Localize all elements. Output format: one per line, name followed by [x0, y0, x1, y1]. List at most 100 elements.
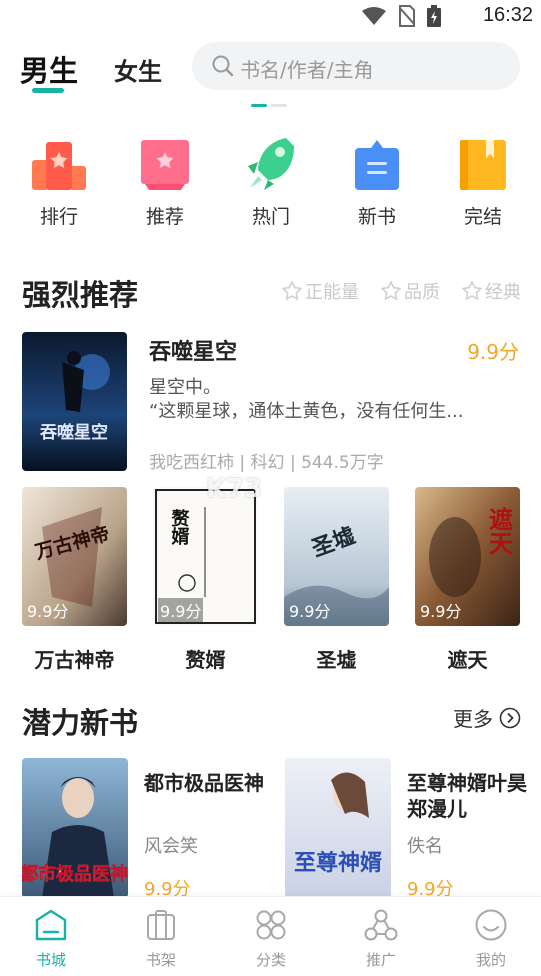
ranking-icon [32, 142, 86, 190]
book-card[interactable]: 圣墟 9.9分 圣墟 [284, 487, 389, 673]
nav-profile[interactable]: 我的 [451, 907, 531, 970]
category-hot[interactable]: 热门 [231, 134, 311, 229]
tab-female[interactable]: 女生 [114, 52, 162, 87]
featured-book-title[interactable]: 吞噬星空 [149, 334, 237, 366]
bookshelf-icon [147, 910, 175, 940]
book-title: 遮天 [447, 648, 488, 672]
tag-classic[interactable]: 经典 [462, 278, 521, 304]
more-label: 更多 [453, 707, 493, 731]
status-time: 16:32 [482, 4, 533, 26]
search-input[interactable]: 书名/作者/主角 [192, 42, 520, 90]
bookstore-icon [35, 909, 67, 941]
category-icon [256, 910, 286, 940]
wifi-icon [362, 7, 386, 25]
featured-book-score: 9.9分 [467, 340, 519, 364]
new-book-author: 风会笑 [144, 836, 198, 857]
new-book-cover[interactable]: 都市极品医神 [22, 758, 128, 898]
svg-text:至尊神婿: 至尊神婿 [294, 850, 382, 876]
star-icon [282, 281, 302, 301]
bottom-navigation: 书城 书架 分类 推广 我的 [0, 896, 541, 976]
nav-label: 分类 [255, 951, 286, 969]
category-label: 热门 [251, 206, 290, 228]
book-title: 圣墟 [316, 648, 357, 672]
tag-label: 品质 [404, 282, 440, 303]
new-books-section-title: 潜力新书 [22, 706, 139, 740]
book-cover-art: 都市极品医神 [22, 758, 128, 898]
nav-bookshelf[interactable]: 书架 [121, 907, 201, 970]
pager-dot [271, 104, 287, 107]
nav-label: 书城 [35, 951, 66, 969]
book-score: 9.9分 [158, 598, 204, 622]
recommend-section-title: 强烈推荐 [22, 278, 139, 312]
book-score: 9.9分 [27, 602, 69, 621]
star-icon [381, 281, 401, 301]
book-cover-art: 至尊神婿 [285, 758, 391, 898]
new-book-icon [355, 140, 399, 190]
battery-icon [427, 5, 441, 27]
status-bar: 16:32 [0, 0, 541, 34]
nav-promote[interactable]: 推广 [341, 907, 421, 970]
svg-text:吞噬星空: 吞噬星空 [40, 422, 108, 443]
svg-text:赘婿: 赘婿 [169, 508, 191, 546]
more-button[interactable]: 更多 [453, 703, 521, 732]
book-card[interactable]: 万古神帝 9.9分 万古神帝 [22, 487, 127, 673]
nav-label: 推广 [365, 951, 396, 969]
featured-book-cover[interactable]: 吞噬星空 [22, 332, 127, 471]
book-cover-art: 吞噬星空 [22, 332, 127, 471]
active-tab-indicator [32, 88, 64, 93]
category-grid: 排行 推荐 热门 新书 完结 [0, 134, 541, 234]
svg-text:都市极品医神: 都市极品医神 [22, 863, 128, 885]
category-recommend[interactable]: 推荐 [125, 134, 205, 229]
category-completed[interactable]: 完结 [443, 134, 523, 229]
no-sim-icon [399, 5, 415, 27]
book-card[interactable]: 赘婿 9.9分 赘婿 [153, 487, 258, 673]
book-card[interactable]: 遮天 9.9分 遮天 [415, 487, 520, 673]
share-icon [364, 909, 398, 941]
search-icon [212, 55, 234, 77]
category-label: 排行 [39, 206, 78, 228]
recommend-book-row: 万古神帝 9.9分 万古神帝 赘婿 9.9分 赘婿 圣墟 9.9分 圣墟 遮天 … [0, 487, 541, 672]
book-cover: 圣墟 9.9分 [284, 487, 389, 626]
new-book-title[interactable]: 至尊神婿叶昊郑漫儿 [407, 770, 531, 822]
watermark-logo: K73 [206, 474, 263, 504]
tag-label: 正能量 [305, 282, 359, 303]
book-title: 赘婿 [185, 648, 226, 672]
star-icon [462, 281, 482, 301]
status-icons [361, 5, 441, 27]
tab-male[interactable]: 男生 [20, 48, 78, 90]
pager-dot-active [251, 104, 267, 107]
category-label: 新书 [357, 206, 396, 228]
book-score: 9.9分 [289, 602, 331, 621]
profile-icon [475, 909, 507, 941]
new-book-title[interactable]: 都市极品医神 [144, 770, 268, 796]
tag-label: 经典 [485, 282, 521, 303]
tag-quality[interactable]: 品质 [381, 278, 440, 304]
top-header: 男生 女生 书名/作者/主角 [0, 40, 541, 96]
banner-pager [251, 104, 287, 107]
featured-book-meta: 我吃西红柿 | 科幻 | 544.5万字 [149, 453, 384, 473]
recommend-icon [141, 140, 189, 190]
new-book-cover[interactable]: 至尊神婿 [285, 758, 391, 898]
category-label: 完结 [463, 206, 502, 228]
book-cover: 万古神帝 9.9分 [22, 487, 127, 626]
book-cover: 遮天 9.9分 [415, 487, 520, 626]
category-label: 推荐 [145, 206, 184, 228]
featured-book-excerpt-line2: “这颗星球，通体土黄色，没有任何生... [149, 401, 464, 422]
tag-positive-energy[interactable]: 正能量 [282, 278, 359, 304]
book-cover: 赘婿 9.9分 [153, 487, 258, 626]
new-book-author: 佚名 [407, 836, 443, 857]
recommend-tags: 正能量 品质 经典 [282, 278, 521, 304]
svg-text:遮天: 遮天 [485, 506, 514, 556]
rocket-icon [248, 138, 294, 190]
nav-label: 我的 [475, 951, 506, 969]
nav-bookstore[interactable]: 书城 [11, 907, 91, 970]
search-placeholder: 书名/作者/主角 [240, 58, 374, 82]
book-title: 万古神帝 [34, 648, 115, 672]
book-score: 9.9分 [420, 602, 462, 621]
category-new-books[interactable]: 新书 [337, 134, 417, 229]
nav-label: 书架 [145, 951, 176, 969]
category-ranking[interactable]: 排行 [19, 134, 99, 229]
chevron-right-icon [499, 707, 521, 728]
completed-icon [460, 140, 506, 190]
nav-category[interactable]: 分类 [231, 907, 311, 970]
